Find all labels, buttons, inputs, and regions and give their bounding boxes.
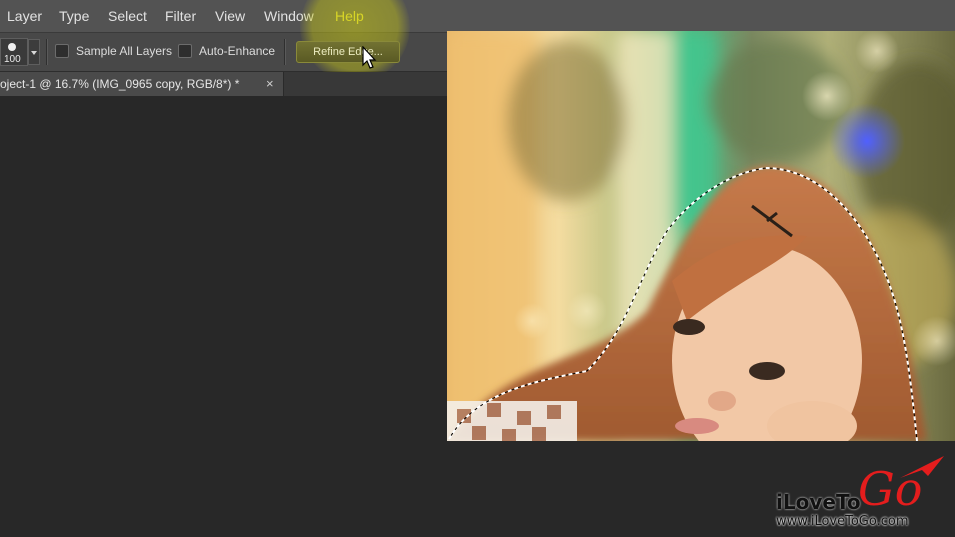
document-tab[interactable]: oject-1 @ 16.7% (IMG_0965 copy, RGB/8*) … [0, 72, 284, 96]
dropdown-arrow-icon[interactable] [28, 39, 40, 65]
divider [284, 39, 286, 65]
mouse-cursor-icon [362, 46, 377, 69]
brush-preset-picker[interactable]: 100 [0, 38, 28, 66]
refine-edge-button[interactable]: Refine Edge... [296, 41, 400, 63]
watermark-logo: iLoveTo Go www.iLoveToGo.com [770, 452, 955, 537]
menu-bar: Layer Type Select Filter View Window Hel… [0, 0, 955, 33]
menu-layer[interactable]: Layer [7, 8, 42, 24]
photo-content [447, 31, 955, 441]
logo-brand-text: iLoveTo [776, 490, 861, 514]
menu-view[interactable]: View [215, 8, 245, 24]
auto-enhance-checkbox[interactable] [178, 44, 192, 58]
menu-select[interactable]: Select [108, 8, 147, 24]
logo-go-text: Go [858, 462, 923, 516]
document-tab-title: oject-1 @ 16.7% (IMG_0965 copy, RGB/8*) … [0, 77, 240, 91]
menu-help[interactable]: Help [335, 8, 364, 24]
sample-all-layers-checkbox[interactable] [55, 44, 69, 58]
menu-filter[interactable]: Filter [165, 8, 196, 24]
close-icon[interactable]: × [266, 76, 274, 91]
brush-preset-icon [8, 43, 16, 51]
menu-window[interactable]: Window [264, 8, 314, 24]
auto-enhance-label: Auto-Enhance [199, 44, 276, 58]
menu-type[interactable]: Type [59, 8, 89, 24]
brush-size-value: 100 [4, 54, 21, 65]
logo-url-text: www.iLoveToGo.com [776, 514, 909, 529]
document-image[interactable] [447, 31, 955, 441]
divider [46, 39, 48, 65]
sample-all-layers-label: Sample All Layers [76, 44, 173, 58]
